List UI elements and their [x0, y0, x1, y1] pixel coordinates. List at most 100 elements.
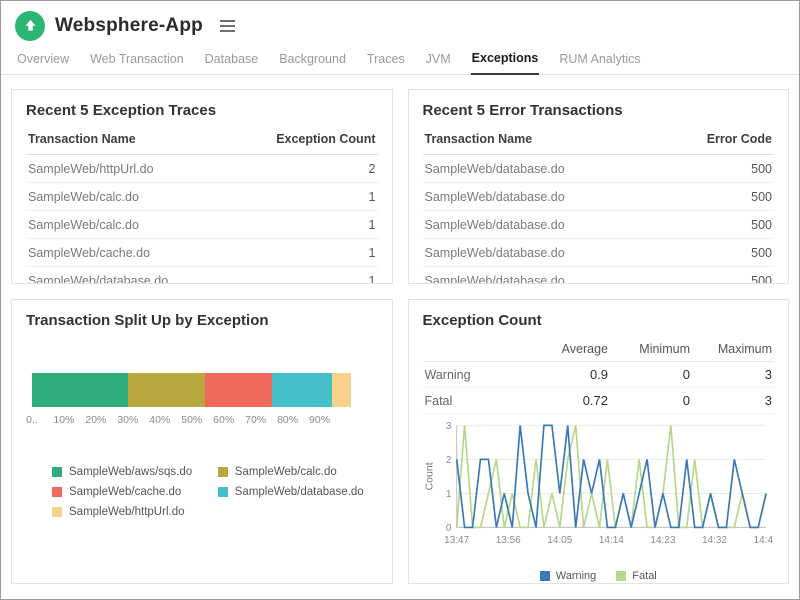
svg-text:14:14: 14:14 — [598, 535, 623, 546]
tab-jvm[interactable]: JVM — [425, 46, 452, 74]
error-code: 500 — [660, 267, 774, 285]
panel-title: Transaction Split Up by Exception — [26, 312, 378, 329]
bar-segment[interactable] — [272, 373, 333, 407]
stacked-bar-chart: 0..10%20%30%40%50%60%70%80%90% — [26, 373, 378, 430]
legend-item-cache[interactable]: SampleWeb/cache.do — [52, 486, 212, 498]
transaction-name: SampleWeb/database.do — [423, 155, 660, 183]
error-code: 500 — [660, 183, 774, 211]
svg-text:13:56: 13:56 — [495, 535, 520, 546]
series-line-fatal — [456, 425, 765, 527]
legend-swatch — [52, 467, 62, 477]
app-health-icon — [15, 11, 45, 41]
bar-segment[interactable] — [332, 373, 351, 407]
column-transaction-name: Transaction Name — [423, 124, 660, 155]
summary-row-fatal: Fatal 0.72 0 3 — [423, 388, 775, 414]
bar-segment[interactable] — [205, 373, 272, 407]
maximum-value: 3 — [692, 362, 774, 388]
series-label: Fatal — [423, 388, 529, 414]
tab-background[interactable]: Background — [278, 46, 347, 74]
svg-text:1: 1 — [445, 489, 451, 500]
average-value: 0.72 — [528, 388, 610, 414]
table-header-row: Transaction Name Exception Count — [26, 124, 378, 155]
x-axis-tick-label: 50% — [181, 414, 202, 426]
table-header-row: Transaction Name Error Code — [423, 124, 775, 155]
exception-count-summary-table: Average Minimum Maximum Warning 0.9 0 3 … — [423, 337, 775, 414]
panel-title: Recent 5 Error Transactions — [423, 102, 775, 119]
series-label: Warning — [423, 362, 529, 388]
legend-item-database[interactable]: SampleWeb/database.do — [218, 486, 378, 498]
legend-item-warning[interactable]: Warning — [540, 570, 597, 582]
tab-database[interactable]: Database — [204, 46, 260, 74]
line-chart-legend: Warning Fatal — [423, 570, 775, 582]
table-row: SampleWeb/database.do 500 — [423, 239, 775, 267]
maximum-value: 3 — [692, 388, 774, 414]
panel-exception-count: Exception Count Average Minimum Maximum … — [408, 299, 790, 584]
legend-item-calc[interactable]: SampleWeb/calc.do — [218, 466, 378, 478]
svg-text:2: 2 — [445, 455, 451, 466]
table-row: SampleWeb/database.do 1 — [26, 267, 378, 285]
tab-exceptions[interactable]: Exceptions — [471, 45, 540, 75]
transaction-name: SampleWeb/calc.do — [26, 211, 231, 239]
legend-label: SampleWeb/cache.do — [69, 486, 181, 498]
table-row: SampleWeb/database.do 500 — [423, 211, 775, 239]
column-maximum: Maximum — [692, 337, 774, 362]
tab-bar: Overview Web Transaction Database Backgr… — [1, 47, 799, 75]
exception-count: 1 — [231, 239, 378, 267]
minimum-value: 0 — [610, 362, 692, 388]
svg-text:13:47: 13:47 — [444, 535, 469, 546]
tab-traces[interactable]: Traces — [366, 46, 406, 74]
legend-swatch — [616, 571, 626, 581]
legend-swatch — [540, 571, 550, 581]
table-row: SampleWeb/calc.do 1 — [26, 183, 378, 211]
column-minimum: Minimum — [610, 337, 692, 362]
exception-count: 1 — [231, 183, 378, 211]
panel-transaction-split: Transaction Split Up by Exception 0.. 10%… — [11, 299, 393, 584]
legend-item-aws-sqs[interactable]: SampleWeb/aws/sqs.do — [52, 466, 212, 478]
table-row: SampleWeb/httpUrl.do 2 — [26, 155, 378, 183]
summary-row-warning: Warning 0.9 0 3 — [423, 362, 775, 388]
svg-text:14:23: 14:23 — [650, 535, 675, 546]
tab-web-transaction[interactable]: Web Transaction — [89, 46, 185, 74]
hamburger-menu-icon[interactable] — [217, 14, 238, 38]
bar-segment[interactable] — [128, 373, 205, 407]
x-axis-tick-label: 20% — [85, 414, 106, 426]
x-axis-tick-label: 0.. — [26, 414, 38, 426]
exception-count: 1 — [231, 211, 378, 239]
tab-rum-analytics[interactable]: RUM Analytics — [558, 46, 641, 74]
exception-count-line-chart: 012313:4713:5614:0514:1414:2314:3214:41C… — [423, 418, 775, 570]
tab-overview[interactable]: Overview — [16, 46, 70, 74]
column-error-code: Error Code — [660, 124, 774, 155]
error-code: 500 — [660, 155, 774, 183]
exception-count: 2 — [231, 155, 378, 183]
app-header: Websphere-App — [1, 1, 799, 47]
legend-item-fatal[interactable]: Fatal — [616, 570, 656, 582]
x-axis-tick-label: 90% — [309, 414, 330, 426]
svg-text:3: 3 — [445, 421, 451, 432]
error-code: 500 — [660, 239, 774, 267]
table-row: SampleWeb/database.do 500 — [423, 183, 775, 211]
x-axis-tick-label: 60% — [213, 414, 234, 426]
legend-swatch — [218, 467, 228, 477]
stacked-bar — [32, 373, 352, 407]
legend-label: Warning — [556, 570, 597, 582]
summary-header-row: Average Minimum Maximum — [423, 337, 775, 362]
svg-text:14:41: 14:41 — [753, 535, 774, 546]
minimum-value: 0 — [610, 388, 692, 414]
transaction-name: SampleWeb/calc.do — [26, 183, 231, 211]
column-average: Average — [528, 337, 610, 362]
bar-segment[interactable] — [32, 373, 128, 407]
line-chart-svg: 012313:4713:5614:0514:1414:2314:3214:41C… — [423, 418, 775, 565]
error-transactions-table: Transaction Name Error Code SampleWeb/da… — [423, 124, 775, 284]
legend-item-httpurl[interactable]: SampleWeb/httpUrl.do — [52, 506, 212, 518]
table-row: SampleWeb/database.do 500 — [423, 267, 775, 285]
svg-text:14:32: 14:32 — [702, 535, 727, 546]
x-axis-tick-label: 80% — [277, 414, 298, 426]
svg-text:Count: Count — [423, 462, 435, 490]
panel-title: Recent 5 Exception Traces — [26, 102, 378, 119]
table-row: SampleWeb/cache.do 1 — [26, 239, 378, 267]
x-axis-tick-label: 10% — [53, 414, 74, 426]
transaction-name: SampleWeb/database.do — [423, 239, 660, 267]
svg-text:14:05: 14:05 — [547, 535, 572, 546]
summary-empty-header — [423, 337, 529, 362]
up-arrow-icon — [23, 18, 38, 33]
